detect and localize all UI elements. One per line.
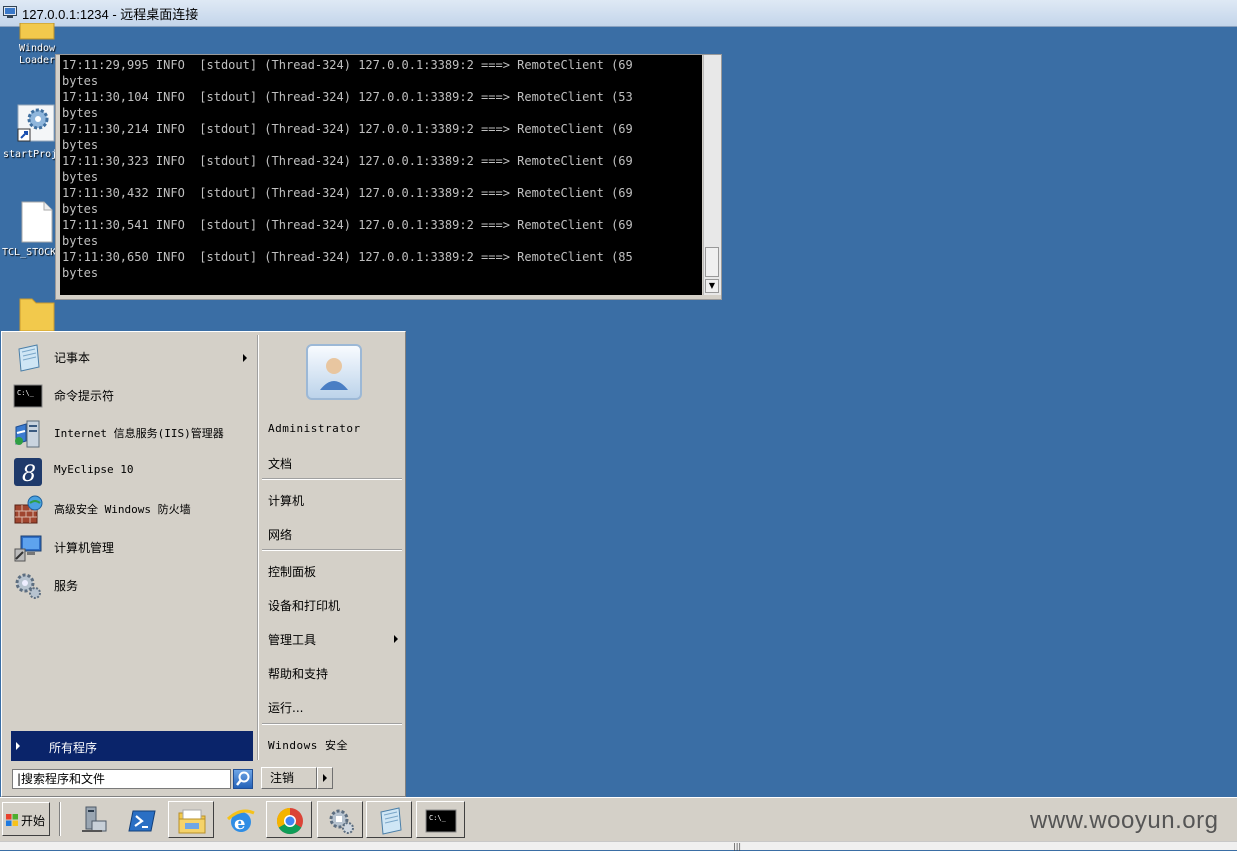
search-input[interactable]: |搜索程序和文件: [12, 769, 231, 789]
cmd-icon: C:\_: [13, 384, 43, 408]
chevron-right-icon: [323, 774, 327, 782]
program-label: 高级安全 Windows 防火墙: [54, 503, 191, 516]
user-name-link[interactable]: Administrator: [268, 422, 361, 435]
search-icon: [236, 771, 250, 786]
taskbar-cmd[interactable]: C:\_: [416, 801, 465, 838]
gear-shortcut-icon: [17, 104, 55, 142]
place-run[interactable]: 运行...: [268, 699, 303, 716]
place-devices-printers[interactable]: 设备和打印机: [268, 597, 340, 614]
folder-icon: [19, 298, 55, 332]
start-menu-divider: [257, 335, 259, 760]
iis-manager-icon: [15, 420, 40, 448]
rdp-bottom-scroll-strip[interactable]: |||: [0, 841, 1237, 851]
desktop-icon-label: startProj: [3, 149, 58, 160]
place-control-panel[interactable]: 控制面板: [268, 563, 316, 580]
control-panel-icon: [329, 809, 354, 834]
place-documents[interactable]: 文档: [268, 455, 292, 472]
taskbar: 开始 e C:\_ www.wooyun.org: [0, 797, 1237, 841]
place-windows-security[interactable]: Windows 安全: [268, 737, 348, 753]
taskbar-chrome[interactable]: [266, 801, 312, 838]
program-label: 计算机管理: [54, 541, 115, 555]
taskbar-powershell[interactable]: [119, 801, 165, 838]
program-label: MyEclipse 10: [54, 463, 134, 476]
console-text: 17:11:29,995 INFO [stdout] (Thread-324) …: [62, 58, 633, 280]
firewall-icon: [14, 495, 43, 524]
program-item-cmd[interactable]: C:\_ 命令提示符: [11, 378, 251, 414]
program-item-iis-manager[interactable]: Internet 信息服务(IIS)管理器: [11, 416, 251, 452]
svg-text:8: 8: [22, 462, 36, 487]
watermark-text: www.wooyun.org: [1030, 807, 1219, 834]
scroll-down-icon[interactable]: ▼: [705, 279, 719, 293]
program-item-services[interactable]: 服务: [11, 568, 251, 604]
program-label: 服务: [54, 579, 79, 593]
start-menu: 记事本 C:\_ 命令提示符 Internet 信息服务(IIS)管理器 8 M…: [1, 331, 406, 797]
explorer-folder-icon: [178, 809, 206, 834]
svg-text:e: e: [234, 813, 245, 834]
expand-arrow-icon: [16, 742, 20, 750]
computer-management-icon: [14, 535, 42, 562]
internet-explorer-icon: e: [226, 809, 255, 834]
taskbar-notepad[interactable]: [366, 801, 412, 838]
taskbar-internet-explorer[interactable]: e: [217, 801, 263, 838]
cmd-icon: C:\_: [425, 809, 457, 833]
window-title: 127.0.0.1:1234 - 远程桌面连接: [22, 7, 199, 22]
program-label: 记事本: [54, 351, 91, 365]
taskbar-control-panel[interactable]: [317, 801, 363, 838]
windows-logo-icon: [6, 814, 18, 826]
remote-desktop-icon: [3, 6, 17, 18]
console-output[interactable]: 17:11:29,995 INFO [stdout] (Thread-324) …: [60, 55, 702, 295]
user-avatar-icon: [320, 358, 348, 390]
search-button[interactable]: [233, 769, 253, 789]
program-item-myeclipse[interactable]: 8 MyEclipse 10: [11, 454, 251, 490]
myeclipse-icon: 8: [14, 458, 42, 487]
rdp-title-bar[interactable]: 127.0.0.1:1234 - 远程桌面连接: [0, 0, 1237, 27]
notepad-icon: [380, 807, 402, 835]
taskbar-explorer[interactable]: [168, 801, 214, 838]
start-button[interactable]: 开始: [2, 802, 50, 836]
program-item-firewall[interactable]: 高级安全 Windows 防火墙: [11, 492, 251, 528]
document-icon: [21, 201, 53, 243]
place-network[interactable]: 网络: [268, 526, 292, 543]
taskbar-server-manager[interactable]: [70, 801, 116, 838]
start-label: 开始: [21, 814, 46, 828]
taskbar-separator: [59, 802, 61, 836]
separator: [262, 549, 402, 551]
place-help-support[interactable]: 帮助和支持: [268, 665, 328, 682]
console-window[interactable]: 17:11:29,995 INFO [stdout] (Thread-324) …: [55, 54, 722, 300]
server-manager-icon: [82, 806, 107, 832]
chrome-icon: [276, 807, 303, 835]
services-gear-icon: [15, 573, 41, 599]
place-admin-tools[interactable]: 管理工具: [268, 631, 316, 648]
start-menu-places: Administrator 文档 计算机 网络 控制面板 设备和打印机 管理工具…: [260, 335, 404, 793]
start-menu-programs: 记事本 C:\_ 命令提示符 Internet 信息服务(IIS)管理器 8 M…: [5, 335, 255, 793]
powershell-icon: [128, 810, 156, 832]
notepad-icon: [18, 344, 40, 372]
logoff-button[interactable]: 注销: [261, 767, 317, 789]
desktop-icon-label: TCL_STOCK: [2, 247, 57, 258]
svg-text:C:\_: C:\_: [429, 814, 447, 822]
console-scrollbar[interactable]: ▼: [703, 55, 721, 295]
user-avatar[interactable]: [306, 344, 362, 400]
program-label: Internet 信息服务(IIS)管理器: [54, 427, 224, 440]
all-programs-button[interactable]: 所有程序: [11, 731, 253, 761]
folder-icon: [19, 23, 55, 40]
search-placeholder: 搜索程序和文件: [21, 772, 106, 786]
program-label: 命令提示符: [54, 389, 115, 403]
scrollbar-thumb[interactable]: [705, 247, 719, 277]
shutdown-options-button[interactable]: [317, 767, 333, 789]
submenu-arrow-icon: [243, 354, 247, 362]
program-item-notepad[interactable]: 记事本: [11, 340, 251, 376]
separator: [262, 723, 402, 725]
all-programs-label: 所有程序: [49, 741, 98, 755]
separator: [262, 478, 402, 480]
program-item-computer-management[interactable]: 计算机管理: [11, 530, 251, 566]
svg-text:C:\_: C:\_: [17, 389, 35, 397]
place-computer[interactable]: 计算机: [268, 492, 304, 509]
submenu-arrow-icon: [394, 635, 398, 643]
